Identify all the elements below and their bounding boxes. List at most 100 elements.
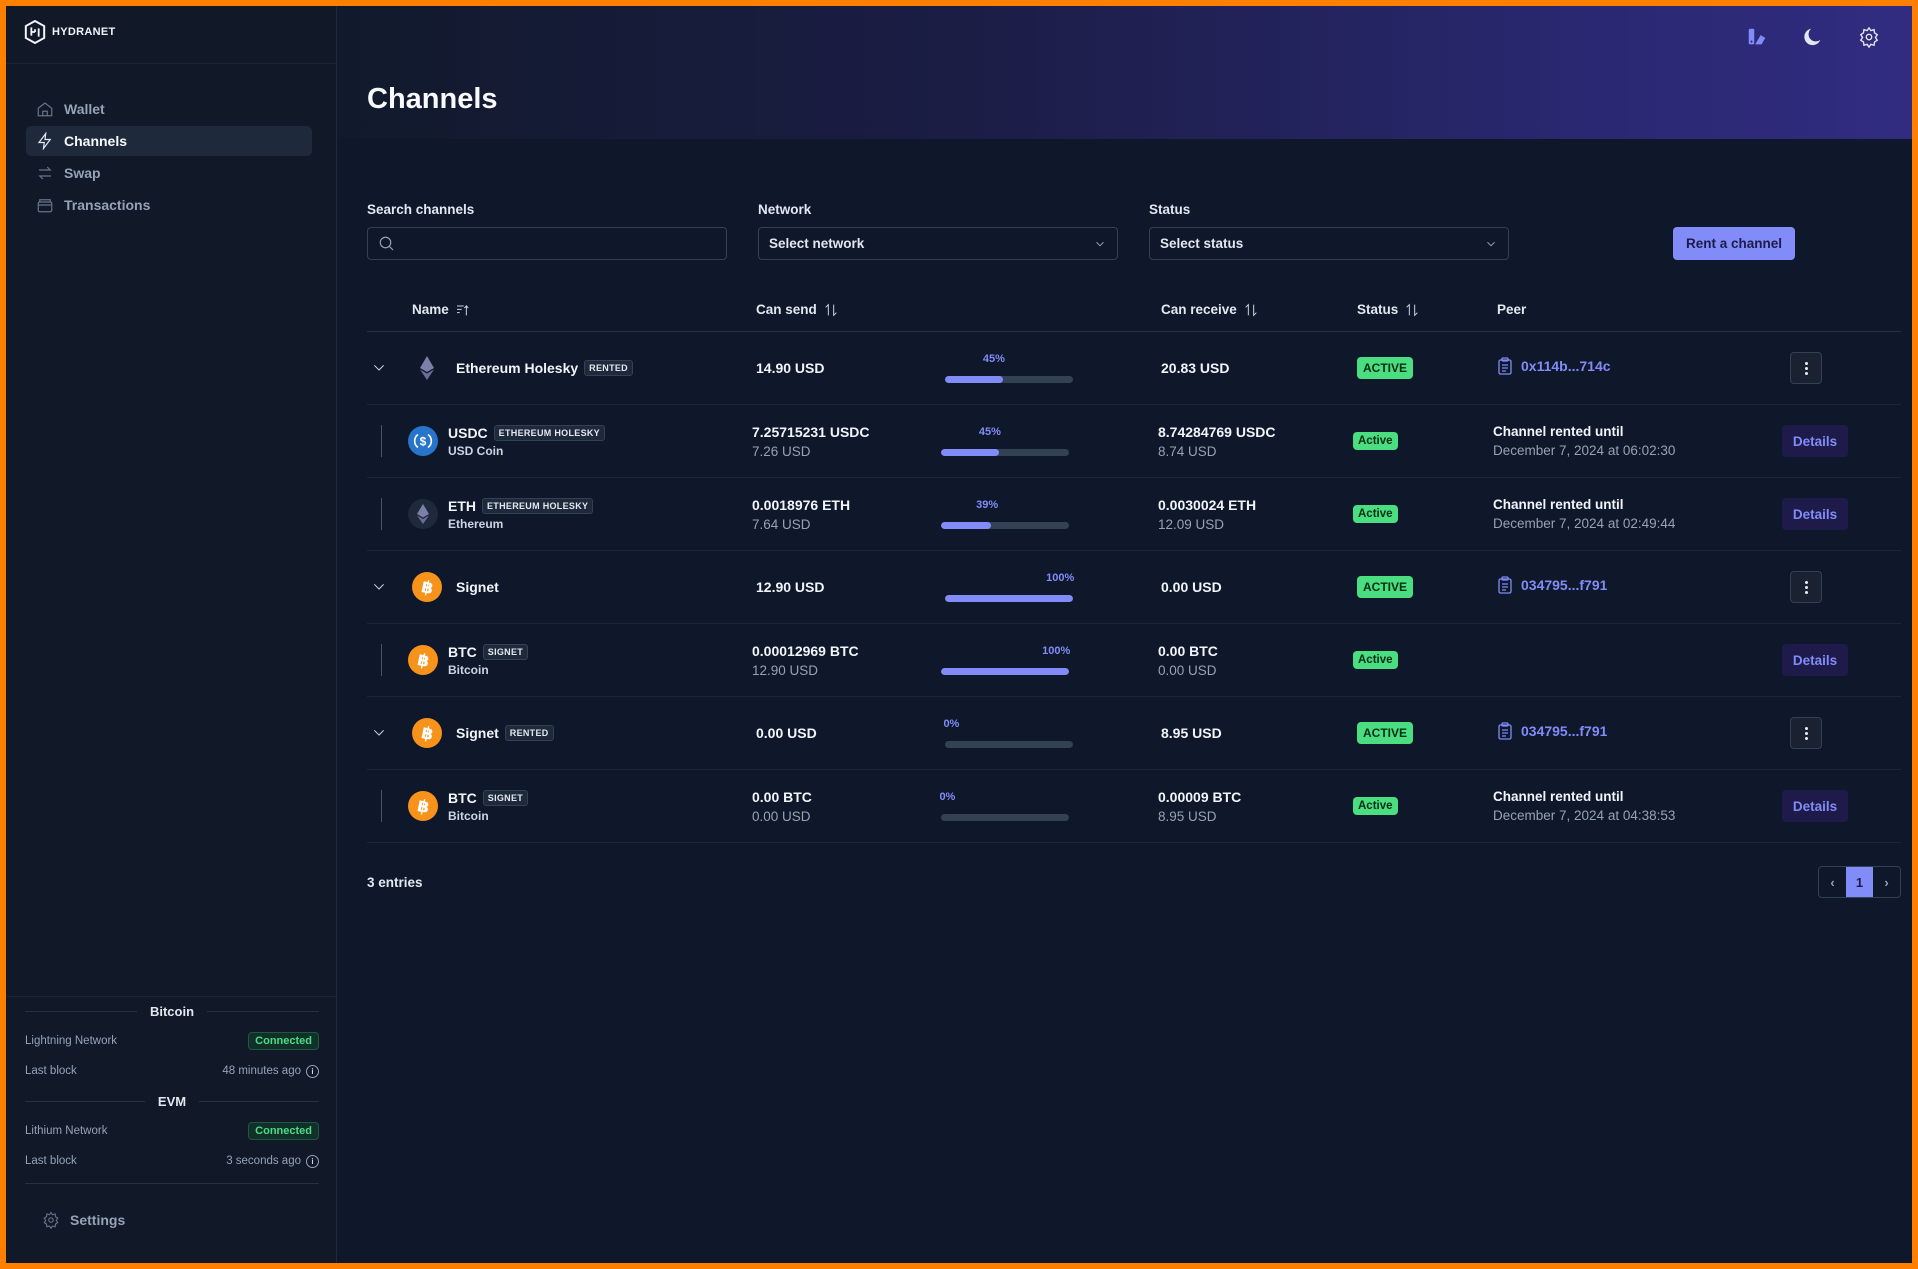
rent-info-cell: Channel rented until December 7, 2024 at …: [1493, 405, 1675, 477]
details-button[interactable]: Details: [1782, 425, 1848, 457]
more-options-button[interactable]: [1790, 571, 1822, 603]
channel-group-row: Ethereum Holesky RENTED 14.90 USD 45% 20.83 …: [367, 332, 1901, 405]
rent-channel-button[interactable]: Rent a channel: [1673, 227, 1795, 260]
rent-title: Channel rented until: [1493, 497, 1624, 512]
tree-line: [381, 478, 382, 550]
expand-toggle[interactable]: [371, 551, 389, 623]
send-ratio-cell: 39%: [941, 478, 1069, 550]
sidebar-item-settings[interactable]: Settings: [25, 1211, 319, 1229]
more-options-button[interactable]: [1790, 352, 1822, 384]
search-input[interactable]: [404, 236, 716, 251]
network-filter: Network Select network: [758, 202, 1118, 260]
rent-info: Channel rented until December 7, 2024 at …: [1493, 424, 1675, 458]
sidebar-item-wallet[interactable]: Wallet: [26, 94, 312, 124]
column-label: Name: [412, 302, 449, 317]
can-send-amount: 0.00 USD: [756, 725, 817, 741]
info-icon[interactable]: i: [306, 1064, 319, 1078]
status-select[interactable]: Select status: [1149, 227, 1509, 260]
rented-tag: RENTED: [504, 725, 554, 741]
page-button-current[interactable]: 1: [1846, 867, 1873, 897]
can-send-wrap: 0.00 BTC 0.00 USD: [752, 789, 812, 824]
peer-link[interactable]: 034795...f791: [1497, 722, 1607, 740]
swatch-icon[interactable]: [1746, 26, 1768, 48]
bar-track: [941, 814, 1069, 821]
sidebar-item-channels[interactable]: Channels: [26, 126, 312, 156]
sort-icon: [825, 302, 837, 317]
column-header-name[interactable]: Name: [412, 302, 471, 318]
can-receive-cell: 8.95 USD: [1161, 697, 1222, 769]
asset-name-cell: USDC ETHEREUM HOLESKY USD Coin: [448, 405, 605, 477]
last-block-value-wrap: 48 minutes ago i: [222, 1064, 319, 1078]
can-receive-wrap: 0.0030024 ETH 12.09 USD: [1158, 497, 1256, 532]
column-header-can-send[interactable]: Can send: [756, 302, 839, 318]
details-button[interactable]: Details: [1782, 790, 1848, 822]
sidebar-item-swap[interactable]: Swap: [26, 158, 312, 188]
network-tag: ETHEREUM HOLESKY: [493, 424, 605, 441]
peer-link[interactable]: 034795...f791: [1497, 576, 1607, 594]
last-block-value-wrap: 3 seconds ago i: [226, 1154, 319, 1168]
chevron-down-icon: [373, 729, 385, 736]
can-send-usd: 7.26 USD: [752, 443, 811, 459]
clipboard-icon[interactable]: [1497, 357, 1513, 375]
peer-link[interactable]: 0x114b...714c: [1497, 357, 1611, 375]
info-icon[interactable]: i: [306, 1154, 319, 1168]
can-send-cell: 0.00012969 BTC 12.90 USD: [752, 624, 859, 696]
status-badge: ACTIVE: [1357, 722, 1414, 744]
connection-badge: Connected: [248, 1122, 319, 1140]
asset-name-line: BTC SIGNET: [448, 643, 529, 660]
coin-icon-wrap: ฿: [408, 624, 438, 696]
column-header-status[interactable]: Status: [1357, 302, 1420, 318]
lithium-network-row: Lithium Network Connected: [25, 1116, 319, 1146]
network-select[interactable]: Select network: [758, 227, 1118, 260]
peer-cell: 0x114b...714c: [1497, 332, 1611, 404]
send-ratio-cell: 100%: [945, 551, 1074, 623]
can-receive-amount: 8.95 USD: [1161, 725, 1222, 741]
more-options-button[interactable]: [1790, 717, 1822, 749]
search-box[interactable]: [367, 227, 727, 260]
logo[interactable]: HYDRANET: [24, 20, 116, 44]
details-button[interactable]: Details: [1782, 644, 1848, 676]
asset-name-cell: BTC SIGNET Bitcoin: [448, 624, 529, 696]
gear-icon[interactable]: [1858, 26, 1880, 48]
actions-cell: Details: [1782, 624, 1848, 696]
send-ratio-bar: 45%: [945, 353, 1073, 383]
rent-info-cell: Channel rented until December 7, 2024 at …: [1493, 478, 1675, 550]
column-header-can-receive[interactable]: Can receive: [1161, 302, 1259, 318]
column-label: Can receive: [1161, 302, 1237, 317]
prev-page-button[interactable]: ‹: [1819, 867, 1846, 897]
status-cell: Active: [1353, 770, 1398, 842]
network-select-value: Select network: [769, 236, 865, 251]
clipboard-icon[interactable]: [1497, 576, 1513, 594]
entries-count: 3 entries: [367, 874, 423, 890]
next-page-button[interactable]: ›: [1873, 867, 1900, 897]
actions-cell: [1790, 697, 1822, 769]
sort-icon: [1245, 302, 1257, 317]
channel-asset-row: ฿ BTC SIGNET Bitcoin 0.00012969 BTC 12.90 USD…: [367, 624, 1901, 697]
details-button[interactable]: Details: [1782, 498, 1848, 530]
moon-icon[interactable]: [1802, 26, 1824, 48]
send-ratio-bar: 45%: [941, 426, 1069, 456]
can-receive-cell: 0.00 USD: [1161, 551, 1222, 623]
can-send-amount: 0.00012969 BTC: [752, 642, 859, 659]
expand-toggle[interactable]: [371, 332, 389, 404]
bar-fill: [945, 595, 1073, 602]
sidebar-nav: Wallet Channels Swap Transactions: [26, 94, 312, 222]
rent-info-cell: Channel rented until December 7, 2024 at …: [1493, 770, 1675, 842]
can-send-usd: 12.90 USD: [752, 662, 819, 678]
chevron-down-icon: [373, 583, 385, 590]
app-window: HYDRANET Wallet Channels Swap Transactio…: [6, 6, 1912, 1263]
asset-symbol: ETH: [448, 497, 476, 514]
asset-name-line: ETH ETHEREUM HOLESKY: [448, 497, 594, 514]
archive-icon: [37, 199, 53, 213]
channel-name: Signet: [456, 725, 499, 741]
status-cell: ACTIVE: [1357, 551, 1414, 623]
actions-cell: Details: [1782, 405, 1848, 477]
status-badge: Active: [1353, 505, 1398, 523]
column-header-peer: Peer: [1497, 302, 1526, 317]
sidebar-item-transactions[interactable]: Transactions: [26, 190, 312, 220]
expand-toggle[interactable]: [371, 697, 389, 769]
channel-name: Signet: [456, 579, 499, 595]
column-label: Status: [1357, 302, 1399, 317]
clipboard-icon[interactable]: [1497, 722, 1513, 740]
send-ratio-label: 39%: [976, 499, 999, 511]
